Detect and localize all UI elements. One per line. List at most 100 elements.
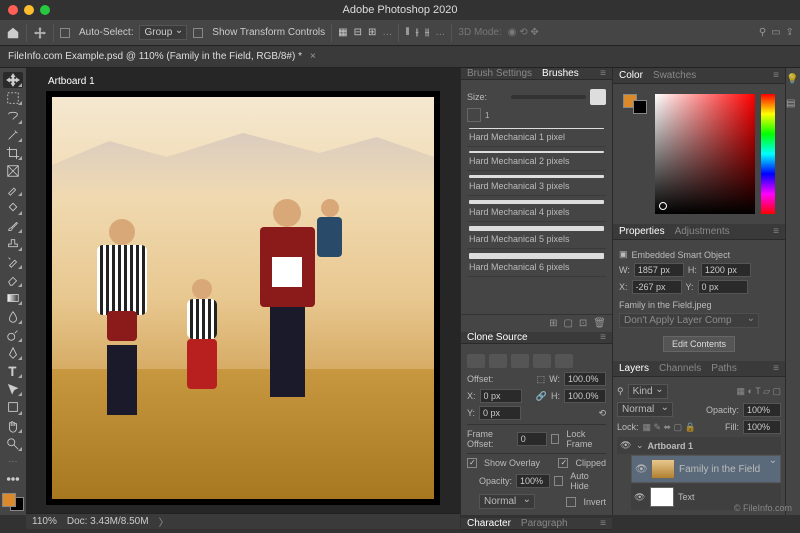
blur-tool[interactable] [3,308,23,324]
frame-offset-input[interactable] [517,432,547,446]
clone-h-input[interactable] [564,389,606,403]
overlay-opacity-input[interactable] [516,474,550,488]
align-icon[interactable]: ⊟ [354,27,362,38]
tab-brush-settings[interactable]: Brush Settings [467,68,532,79]
edit-toolbar[interactable] [3,471,23,487]
invert-checkbox[interactable] [566,497,576,507]
maximize-window[interactable] [40,5,50,15]
minimize-window[interactable] [24,5,34,15]
brush-preview[interactable] [467,108,481,122]
tab-brushes[interactable]: Brushes [542,68,579,79]
tab-clone-source[interactable]: Clone Source [467,332,528,343]
show-transform-checkbox[interactable] [193,28,203,38]
type-tool[interactable]: T [3,363,23,379]
frame-tool[interactable] [3,163,23,179]
distribute-icon[interactable]: ⫴ [405,27,409,38]
artboard-label[interactable]: Artboard 1 [48,76,440,87]
prop-x-input[interactable] [632,280,682,294]
layer-item[interactable]: 👁Family in the Field [631,455,781,483]
layer-kind-dropdown[interactable]: Kind [628,384,668,399]
stamp-tool[interactable] [3,236,23,252]
autohide-checkbox[interactable] [554,476,563,486]
eyedropper-tool[interactable] [3,181,23,197]
document-tab[interactable]: FileInfo.com Example.psd @ 110% (Family … [0,46,800,68]
search-icon[interactable]: ⚲ [759,27,766,38]
clone-source-slots[interactable] [467,354,606,368]
marquee-tool[interactable] [3,90,23,106]
tab-layers[interactable]: Layers [619,363,649,374]
crop-tool[interactable] [3,145,23,161]
learn-icon[interactable]: 💡 [786,74,800,90]
close-window[interactable] [8,5,18,15]
hand-tool[interactable] [3,418,23,434]
trash-icon[interactable]: 🗑 [593,318,606,329]
clone-w-input[interactable] [564,372,606,386]
brush-preset[interactable]: Hard Mechanical 6 pixels [467,249,606,277]
shape-tool[interactable] [3,399,23,415]
new-brush-icon[interactable]: ⊞ [549,318,557,329]
prop-w-input[interactable] [634,263,684,277]
tab-adjustments[interactable]: Adjustments [675,226,730,237]
brush-size-slider[interactable] [511,95,586,99]
workspace-icon[interactable]: ▭ [771,27,780,38]
blend-mode-dropdown[interactable]: Normal [617,402,673,417]
lock-frame-checkbox[interactable] [551,434,560,444]
panel-menu-icon[interactable]: ≡ [600,68,606,79]
tab-channels[interactable]: Channels [659,363,701,374]
eraser-tool[interactable] [3,272,23,288]
pen-tool[interactable] [3,345,23,361]
healing-tool[interactable] [3,199,23,215]
show-overlay-checkbox[interactable] [467,458,477,468]
home-icon[interactable] [6,26,20,40]
color-picker[interactable] [655,94,775,214]
clipped-checkbox[interactable] [558,458,568,468]
brush-preset[interactable]: Hard Mechanical 3 pixels [467,171,606,196]
tab-paragraph[interactable]: Paragraph [521,518,568,529]
close-tab-icon[interactable]: × [310,51,316,62]
new-icon[interactable]: ⊡ [579,318,587,329]
visibility-icon[interactable]: 👁 [634,492,646,503]
wand-tool[interactable] [3,127,23,143]
history-brush-tool[interactable] [3,254,23,270]
clone-y-input[interactable] [479,406,521,420]
dodge-tool[interactable] [3,327,23,343]
zoom-tool[interactable] [3,436,23,452]
auto-select-dropdown[interactable]: Group [139,25,187,40]
layer-fill-input[interactable] [743,420,781,434]
move-tool[interactable] [3,72,23,88]
tab-properties[interactable]: Properties [619,226,665,237]
clone-x-input[interactable] [480,389,522,403]
libraries-icon[interactable]: ▤ [786,98,800,114]
visibility-icon[interactable]: 👁 [635,464,647,475]
tab-swatches[interactable]: Swatches [653,70,696,81]
align-icon[interactable]: ▦ [338,27,347,38]
prop-y-input[interactable] [698,280,748,294]
artboard[interactable] [46,91,440,505]
folder-icon[interactable]: ▢ [563,318,572,329]
distribute-icon[interactable]: ⫲ [416,27,419,38]
tab-paths[interactable]: Paths [711,363,737,374]
panel-menu-icon[interactable]: ≡ [600,332,606,343]
auto-select-checkbox[interactable] [60,28,70,38]
tab-color[interactable]: Color [619,70,643,81]
brush-preset[interactable]: Hard Mechanical 5 pixels [467,222,606,249]
layer-artboard[interactable]: 👁⌄Artboard 1 [617,437,781,454]
tab-character[interactable]: Character [467,518,511,529]
align-icon[interactable]: ⊞ [368,27,376,38]
zoom-level[interactable]: 110% [32,516,57,527]
distribute-icon[interactable]: ⫵ [425,27,430,38]
color-swatches[interactable] [2,493,24,511]
path-select-tool[interactable] [3,381,23,397]
brush-toggle-icon[interactable] [590,89,606,105]
lasso-tool[interactable] [3,108,23,124]
prop-h-input[interactable] [701,263,751,277]
brush-preset[interactable]: Hard Mechanical 4 pixels [467,196,606,222]
layer-comp-dropdown[interactable]: Don't Apply Layer Comp [619,313,759,328]
overlay-blend-dropdown[interactable]: Normal [479,494,535,509]
brush-preset[interactable]: Hard Mechanical 1 pixel [467,124,606,147]
canvas-image[interactable] [52,97,434,499]
brush-tool[interactable] [3,218,23,234]
layer-opacity-input[interactable] [743,403,781,417]
edit-contents-button[interactable]: Edit Contents [663,336,735,352]
color-fgbg[interactable] [623,94,647,214]
